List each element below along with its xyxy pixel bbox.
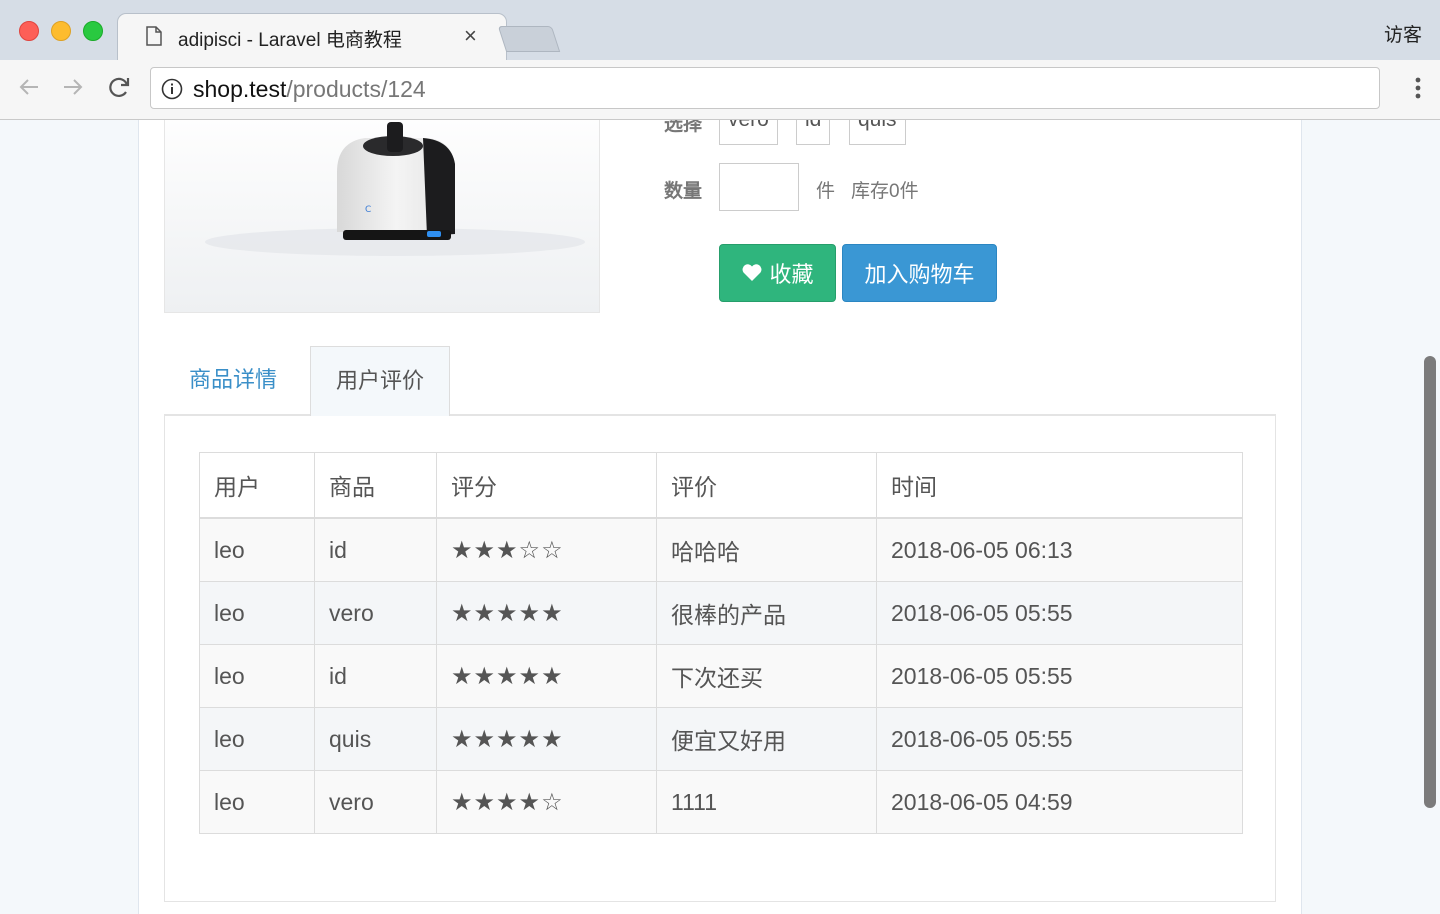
header-comment: 评价 <box>656 452 877 519</box>
table-header-row: 用户 商品 评分 评价 时间 <box>199 452 1243 519</box>
favorite-button-label: 收藏 <box>769 262 814 287</box>
review-user: leo <box>199 644 315 708</box>
svg-text:C: C <box>365 205 371 215</box>
header-user: 用户 <box>199 452 315 519</box>
favorite-button[interactable]: 收藏 <box>719 244 836 302</box>
review-comment: 哈哈哈 <box>656 517 877 582</box>
tab-product-detail[interactable]: 商品详情 <box>164 346 302 416</box>
back-arrow-icon[interactable] <box>14 72 44 102</box>
reload-icon[interactable] <box>104 72 134 102</box>
review-stars: ★★★☆☆ <box>436 517 657 582</box>
add-to-cart-label: 加入购物车 <box>864 262 975 287</box>
review-comment: 1111 <box>656 770 877 834</box>
browser-titlebar: adipisci - Laravel 电商教程 × 访客 <box>0 0 1440 60</box>
review-product: id <box>314 517 437 582</box>
review-time: 2018-06-05 05:55 <box>876 644 1243 708</box>
more-menu-icon[interactable] <box>1414 76 1422 100</box>
review-user: leo <box>199 581 315 645</box>
heart-icon <box>743 264 762 281</box>
review-user: leo <box>199 707 315 771</box>
quantity-label: 数量 <box>664 181 703 202</box>
sku-option-id[interactable]: id <box>796 120 831 145</box>
profile-guest-label[interactable]: 访客 <box>1384 20 1422 47</box>
review-stars: ★★★★★ <box>436 644 657 708</box>
product-photo: C <box>165 120 599 312</box>
close-tab-icon[interactable]: × <box>464 23 477 49</box>
review-product: vero <box>314 770 437 834</box>
product-image: C <box>164 120 600 313</box>
table-row: leo id ★★★★★ 下次还买 2018-06-05 05:55 <box>199 644 1243 708</box>
review-product: vero <box>314 581 437 645</box>
header-rating: 评分 <box>436 452 657 519</box>
sku-label: 选择 <box>664 120 703 135</box>
new-tab-button[interactable] <box>497 26 561 52</box>
url-text: shop.test/products/124 <box>193 76 426 102</box>
tab-user-reviews[interactable]: 用户评价 <box>310 346 451 416</box>
document-icon <box>146 26 162 46</box>
table-row: leo vero ★★★★★ 很棒的产品 2018-06-05 05:55 <box>199 581 1243 645</box>
quantity-input[interactable] <box>719 163 799 211</box>
close-window-button[interactable] <box>19 21 39 41</box>
review-time: 2018-06-05 05:55 <box>876 707 1243 771</box>
review-comment: 很棒的产品 <box>656 581 877 645</box>
product-tabs: 商品详情 用户评价 <box>164 346 1276 416</box>
page-viewport: C 选择 vero id quis 数量 件 库存0件 收藏 加入购物车 商品详… <box>0 120 1440 914</box>
header-product: 商品 <box>314 452 437 519</box>
table-row: leo vero ★★★★☆ 1111 2018-06-05 04:59 <box>199 770 1243 834</box>
review-user: leo <box>199 770 315 834</box>
unit-label: 件 <box>816 181 836 202</box>
scrollbar-thumb[interactable] <box>1424 356 1436 808</box>
browser-toolbar: shop.test/products/124 <box>0 60 1440 120</box>
sku-option-quis[interactable]: quis <box>849 120 906 145</box>
reviews-table: 用户 商品 评分 评价 时间 leo id ★★★☆☆ 哈哈哈 2018-06-… <box>199 452 1243 834</box>
review-stars: ★★★★★ <box>436 707 657 771</box>
stock-text: 库存0件 <box>851 181 919 202</box>
address-bar[interactable]: shop.test/products/124 <box>150 67 1380 109</box>
sku-option-vero[interactable]: vero <box>719 120 778 145</box>
review-user: leo <box>199 517 315 582</box>
add-to-cart-button[interactable]: 加入购物车 <box>842 244 997 302</box>
review-comment: 下次还买 <box>656 644 877 708</box>
header-time: 时间 <box>876 452 1243 519</box>
review-time: 2018-06-05 04:59 <box>876 770 1243 834</box>
review-stars: ★★★★★ <box>436 581 657 645</box>
table-row: leo id ★★★☆☆ 哈哈哈 2018-06-05 06:13 <box>199 517 1243 582</box>
review-comment: 便宜又好用 <box>656 707 877 771</box>
maximize-window-button[interactable] <box>83 21 103 41</box>
review-time: 2018-06-05 05:55 <box>876 581 1243 645</box>
table-row: leo quis ★★★★★ 便宜又好用 2018-06-05 05:55 <box>199 707 1243 771</box>
info-icon[interactable] <box>161 78 183 100</box>
review-product: id <box>314 644 437 708</box>
review-stars: ★★★★☆ <box>436 770 657 834</box>
forward-arrow-icon[interactable] <box>58 72 88 102</box>
review-product: quis <box>314 707 437 771</box>
minimize-window-button[interactable] <box>51 21 71 41</box>
product-container: C 选择 vero id quis 数量 件 库存0件 收藏 加入购物车 商品详… <box>138 120 1302 914</box>
review-time: 2018-06-05 06:13 <box>876 517 1243 582</box>
tab-title: adipisci - Laravel 电商教程 <box>178 30 402 51</box>
browser-tab-active[interactable]: adipisci - Laravel 电商教程 × <box>118 14 506 60</box>
reviews-panel: 用户 商品 评分 评价 时间 leo id ★★★☆☆ 哈哈哈 2018-06-… <box>164 416 1276 902</box>
